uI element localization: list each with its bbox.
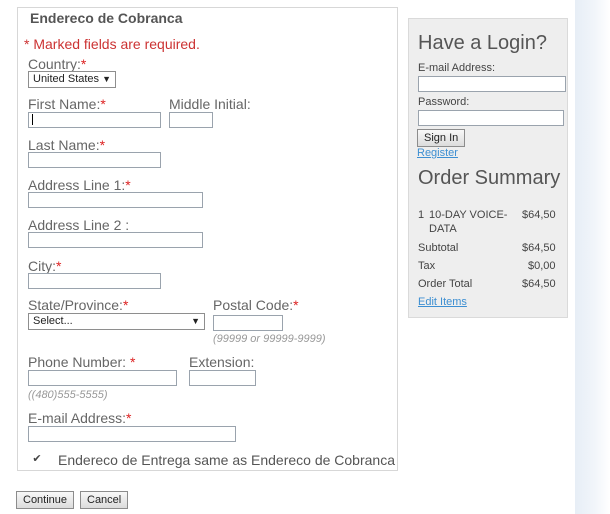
state-label: State/Province:*	[28, 297, 129, 313]
country-select[interactable]: United States ▼	[28, 71, 116, 88]
phone-hint: ((480)555-5555)	[28, 389, 108, 401]
text-cursor	[32, 114, 33, 125]
item-qty: 1	[418, 209, 425, 221]
postal-code-label: Postal Code:*	[213, 297, 299, 313]
extension-label: Extension:	[189, 354, 255, 370]
chevron-down-icon: ▼	[102, 74, 111, 84]
phone-label: Phone Number: *	[28, 354, 136, 370]
register-link[interactable]: Register	[417, 147, 458, 159]
item-price: $64,50	[522, 209, 556, 221]
address-line-2-input[interactable]	[28, 232, 203, 248]
required-note: * Marked fields are required.	[24, 36, 200, 52]
email-input[interactable]	[28, 426, 236, 442]
address-line-2-label: Address Line 2 :	[28, 217, 130, 233]
address-line-1-label: Address Line 1:*	[28, 177, 131, 193]
same-shipping-checkbox[interactable]: ✔	[31, 453, 43, 465]
first-name-input[interactable]	[28, 112, 161, 128]
edit-items-link[interactable]: Edit Items	[418, 296, 467, 308]
middle-initial-input[interactable]	[169, 112, 213, 128]
page-edge-gradient	[575, 0, 610, 514]
subtotal-value: $64,50	[522, 242, 556, 254]
sign-in-button[interactable]: Sign In	[417, 129, 466, 147]
subtotal-label: Subtotal	[418, 242, 459, 254]
login-password-input[interactable]	[418, 110, 564, 126]
tax-label: Tax	[418, 260, 436, 272]
login-password-label: Password:	[418, 96, 470, 108]
email-label: E-mail Address:*	[28, 410, 132, 426]
login-title: Have a Login?	[418, 32, 547, 54]
country-select-value: United States	[33, 73, 100, 85]
billing-legend: Endereco de Cobranca	[26, 10, 187, 26]
middle-initial-label: Middle Initial:	[169, 96, 251, 112]
address-line-1-input[interactable]	[28, 192, 203, 208]
postal-code-hint: (99999 or 99999-9999)	[213, 333, 326, 345]
state-select[interactable]: Select... ▼	[28, 313, 205, 330]
item-name-line2: DATA	[429, 223, 457, 235]
same-shipping-label: Endereco de Entrega same as Endereco de …	[58, 452, 395, 468]
login-email-label: E-mail Address:	[418, 62, 496, 74]
sidebar-panel: Have a Login? E-mail Address: Password: …	[408, 18, 568, 318]
total-label: Order Total	[418, 278, 473, 290]
country-label: Country:*	[28, 56, 87, 72]
tax-value: $0,00	[528, 260, 556, 272]
first-name-label: First Name:*	[28, 96, 106, 112]
item-name-line1: 10-DAY VOICE-	[429, 209, 508, 221]
login-email-input[interactable]	[418, 76, 566, 92]
last-name-input[interactable]	[28, 152, 161, 168]
phone-input[interactable]	[28, 370, 177, 386]
state-select-value: Select...	[33, 315, 73, 327]
continue-button[interactable]: Continue	[16, 491, 75, 509]
total-value: $64,50	[522, 278, 556, 290]
last-name-label: Last Name:*	[28, 137, 106, 153]
chevron-down-icon: ▼	[191, 316, 200, 326]
extension-input[interactable]	[189, 370, 256, 386]
postal-code-input[interactable]	[213, 315, 283, 331]
order-summary-title: Order Summary	[418, 167, 561, 189]
city-input[interactable]	[28, 273, 161, 289]
cancel-button[interactable]: Cancel	[80, 491, 129, 509]
city-label: City:*	[28, 258, 62, 274]
